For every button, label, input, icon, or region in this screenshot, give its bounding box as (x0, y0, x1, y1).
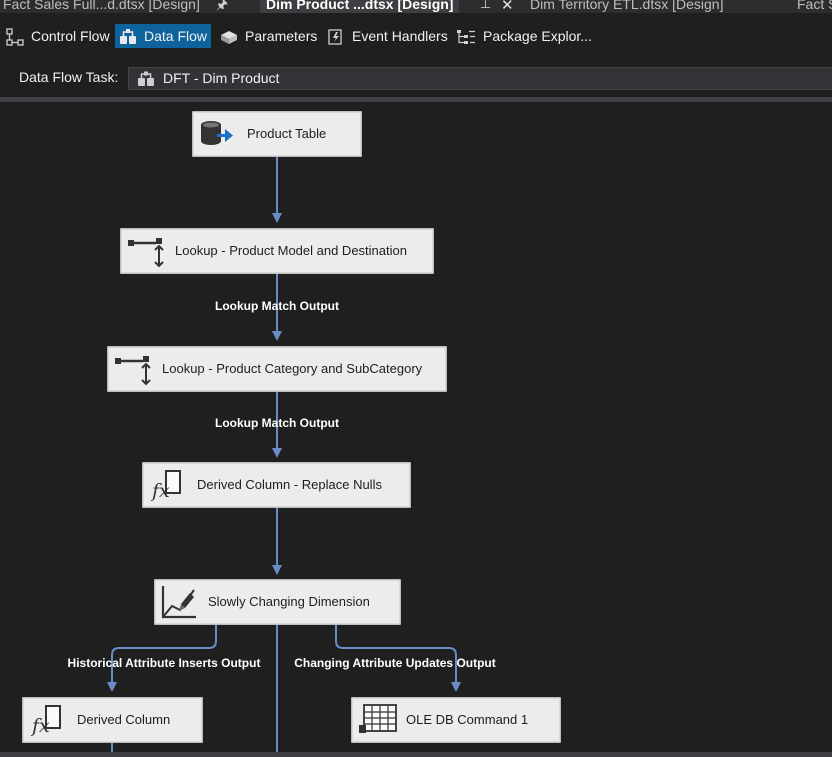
component-label: OLE DB Command 1 (406, 712, 529, 727)
close-icon[interactable]: ✕ (501, 0, 514, 13)
designer-tab-bar: Control Flow Data Flow Parameters Event … (0, 21, 832, 49)
horizontal-scrollbar[interactable] (0, 752, 832, 757)
component-label: Derived Column - Replace Nulls (197, 477, 382, 492)
ole-db-source-icon (201, 121, 233, 145)
data-flow-task-value: DFT - Dim Product (163, 70, 280, 86)
edge-label-historical: Historical Attribute Inserts Output (67, 656, 261, 670)
tab-dim-territory[interactable]: Dim Territory ETL.dtsx [Design] (530, 0, 723, 13)
component-lookup-product-model[interactable]: Lookup - Product Model and Destination (120, 228, 434, 274)
edge-label-changing: Changing Attribute Updates Output (294, 656, 496, 670)
tab-data-flow[interactable]: Data Flow (115, 24, 212, 48)
control-flow-icon (6, 28, 24, 46)
component-product-table[interactable]: Product Table (192, 111, 362, 157)
tab-event-handlers[interactable]: Event Handlers (323, 24, 452, 48)
tab-parameters[interactable]: Parameters (216, 24, 321, 48)
pin-icon[interactable]: 🖈 (216, 0, 228, 13)
svg-text:fx: fx (30, 715, 50, 736)
lookup-icon (115, 356, 151, 386)
scd-icon (161, 586, 196, 619)
tab-fact-sales[interactable]: Fact Sales Full...d.dtsx [Design] (3, 0, 200, 13)
pin-icon[interactable]: ⊥ (480, 0, 491, 12)
lookup-icon (128, 238, 164, 268)
ole-db-command-icon (359, 704, 397, 733)
component-label: Lookup - Product Model and Destination (175, 243, 407, 258)
package-explorer-icon (457, 30, 475, 45)
data-flow-icon (120, 29, 136, 45)
component-label: Product Table (247, 126, 327, 141)
component-derived-column[interactable]: fx Derived Column (22, 697, 203, 743)
tab-control-flow[interactable]: Control Flow (2, 24, 114, 48)
tab-label: Package Explor... (483, 28, 592, 44)
svg-text:fx: fx (150, 480, 170, 501)
event-handlers-icon (328, 29, 342, 45)
data-flow-canvas[interactable]: Product Table Lookup - Product Model and… (0, 102, 832, 757)
component-lookup-product-category[interactable]: Lookup - Product Category and SubCategor… (107, 346, 447, 392)
derived-column-icon: fx (30, 705, 61, 736)
parameters-icon (221, 31, 237, 45)
tab-label: Data Flow (144, 28, 208, 44)
data-flow-task-select[interactable]: DFT - Dim Product (128, 67, 832, 90)
tab-label: Parameters (245, 28, 318, 44)
tab-dim-product[interactable]: Dim Product ...dtsx [Design] (260, 0, 460, 13)
data-flow-task-icon (138, 71, 154, 86)
data-flow-task-label: Data Flow Task: (19, 69, 119, 85)
component-ole-db-command[interactable]: OLE DB Command 1 (351, 697, 561, 743)
tab-package-explorer[interactable]: Package Explor... (452, 24, 596, 48)
edge-label-lookup-match-1: Lookup Match Output (215, 299, 339, 313)
component-derived-column-replace-nulls[interactable]: fx Derived Column - Replace Nulls (142, 462, 411, 508)
component-label: Lookup - Product Category and SubCategor… (162, 361, 423, 376)
document-tab-strip: Fact Sales Full...d.dtsx [Design] 🖈 Dim … (0, 0, 832, 13)
derived-column-icon: fx (150, 470, 181, 501)
tab-fact-s[interactable]: Fact S (797, 0, 832, 13)
component-label: Derived Column (77, 712, 171, 727)
component-label: Slowly Changing Dimension (208, 594, 370, 609)
edge-label-lookup-match-2: Lookup Match Output (215, 416, 339, 430)
tab-label: Control Flow (31, 28, 110, 44)
tab-label: Event Handlers (352, 28, 448, 44)
component-slowly-changing-dimension[interactable]: Slowly Changing Dimension (154, 579, 401, 625)
